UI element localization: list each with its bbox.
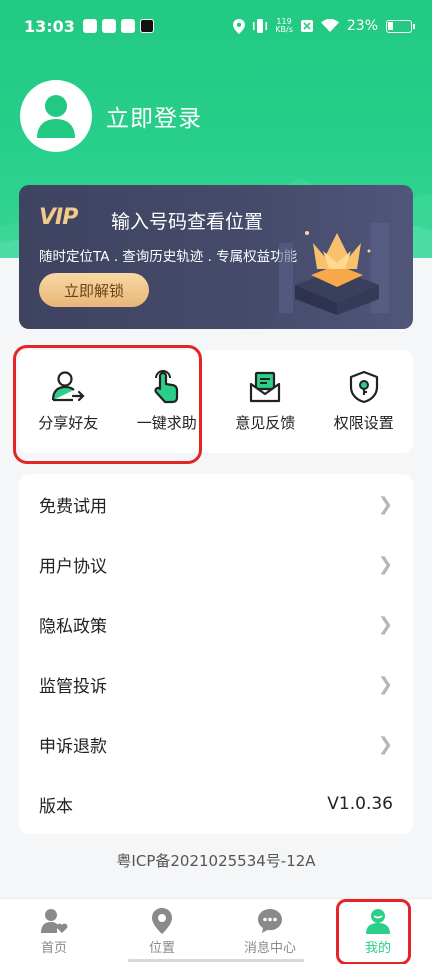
vibrate-icon <box>253 19 268 33</box>
status-time: 13:03 <box>24 16 75 36</box>
menu-item-label: 版本 <box>39 796 73 817</box>
menu-item-label: 监管投诉 <box>39 676 107 697</box>
quick-permission-settings[interactable]: 权限设置 <box>315 350 414 453</box>
battery-percent: 23% <box>346 18 378 34</box>
unlock-button[interactable]: 立即解锁 <box>39 273 149 307</box>
tap-hand-icon <box>154 370 178 404</box>
vip-card[interactable]: VIP 输入号码查看位置 随时定位TA . 查询历史轨迹 . 专属权益功能 立即… <box>19 185 413 329</box>
login-link[interactable]: 立即登录 <box>106 99 202 133</box>
quick-one-tap-help[interactable]: 一键求助 <box>118 350 217 453</box>
icp-record: 粤ICP备2021025534号-12A <box>116 852 316 870</box>
profile-login[interactable]: 立即登录 <box>20 80 202 152</box>
chat-bubble-icon <box>258 909 282 933</box>
quick-feedback-label: 意见反馈 <box>235 414 296 432</box>
battery-icon <box>386 19 415 33</box>
location-status-icon <box>233 18 246 34</box>
user-avatar-icon <box>37 95 75 138</box>
chevron-right-icon: ❯ <box>377 493 393 515</box>
status-app-icons <box>82 19 154 33</box>
vip-crown-illustration <box>279 223 389 315</box>
vip-title: 输入号码查看位置 <box>111 211 264 233</box>
menu-item-label: 用户协议 <box>39 556 107 577</box>
nav-mine[interactable]: 我的 <box>324 899 432 964</box>
menu-item-label: 免费试用 <box>39 496 107 517</box>
home-indicator[interactable] <box>128 959 304 962</box>
nav-messages[interactable]: 消息中心 <box>216 899 324 964</box>
app-icon <box>101 19 116 33</box>
menu-item-label: 申诉退款 <box>39 736 107 757</box>
menu-privacy-policy[interactable]: 隐私政策 ❯ <box>19 594 413 654</box>
menu-item-label: 隐私政策 <box>39 616 107 637</box>
chevron-right-icon: ❯ <box>377 733 393 755</box>
nav-location-label: 位置 <box>148 941 175 956</box>
status-bar: 13:03 119 KB/s 23% <box>0 0 432 52</box>
mail-icon <box>120 19 135 33</box>
chevron-right-icon: ❯ <box>377 613 393 635</box>
vip-subtitle: 随时定位TA . 查询历史轨迹 . 专属权益功能 <box>39 249 298 265</box>
settings-menu: 免费试用 ❯ 用户协议 ❯ 隐私政策 ❯ 监管投诉 ❯ 申诉退款 ❯ 版本 V1… <box>19 474 413 834</box>
net-speed-unit: KB/s <box>275 25 293 34</box>
quick-permission-label: 权限设置 <box>333 414 394 432</box>
share-user-icon <box>52 371 85 402</box>
avatar[interactable] <box>20 80 92 152</box>
net-speed: 119 KB/s <box>275 18 293 34</box>
nav-mine-label: 我的 <box>364 941 391 956</box>
menu-regulatory-complaint[interactable]: 监管投诉 ❯ <box>19 654 413 714</box>
feedback-mail-icon <box>250 371 281 403</box>
profile-icon <box>366 909 390 934</box>
nav-messages-label: 消息中心 <box>243 941 296 956</box>
location-pin-icon <box>152 908 172 934</box>
vip-logo: VIP <box>39 205 78 230</box>
quick-help-label: 一键求助 <box>136 414 197 432</box>
nav-home[interactable]: 首页 <box>0 899 108 964</box>
menu-version: 版本 V1.0.36 <box>19 774 413 834</box>
quick-actions: 分享好友 一键求助 意见反馈 权限设置 <box>19 350 413 453</box>
sim-off-icon <box>300 20 313 32</box>
chevron-right-icon: ❯ <box>377 553 393 575</box>
chevron-right-icon: ❯ <box>377 673 393 695</box>
menu-user-agreement[interactable]: 用户协议 ❯ <box>19 534 413 594</box>
nav-home-label: 首页 <box>40 941 67 956</box>
version-value: V1.0.36 <box>327 794 393 814</box>
quick-share-friends[interactable]: 分享好友 <box>19 350 118 453</box>
quick-feedback[interactable]: 意见反馈 <box>216 350 315 453</box>
tiktok-icon <box>139 19 154 33</box>
shield-lock-icon <box>349 370 378 404</box>
quick-share-label: 分享好友 <box>38 414 99 432</box>
menu-appeal-refund[interactable]: 申诉退款 ❯ <box>19 714 413 774</box>
menu-free-trial[interactable]: 免费试用 ❯ <box>19 474 413 534</box>
nav-location[interactable]: 位置 <box>108 899 216 964</box>
home-heart-icon <box>41 909 68 933</box>
wifi-icon <box>320 19 339 32</box>
weibo-icon <box>82 19 97 33</box>
bottom-nav: 首页 位置 消息中心 我的 <box>0 898 432 964</box>
